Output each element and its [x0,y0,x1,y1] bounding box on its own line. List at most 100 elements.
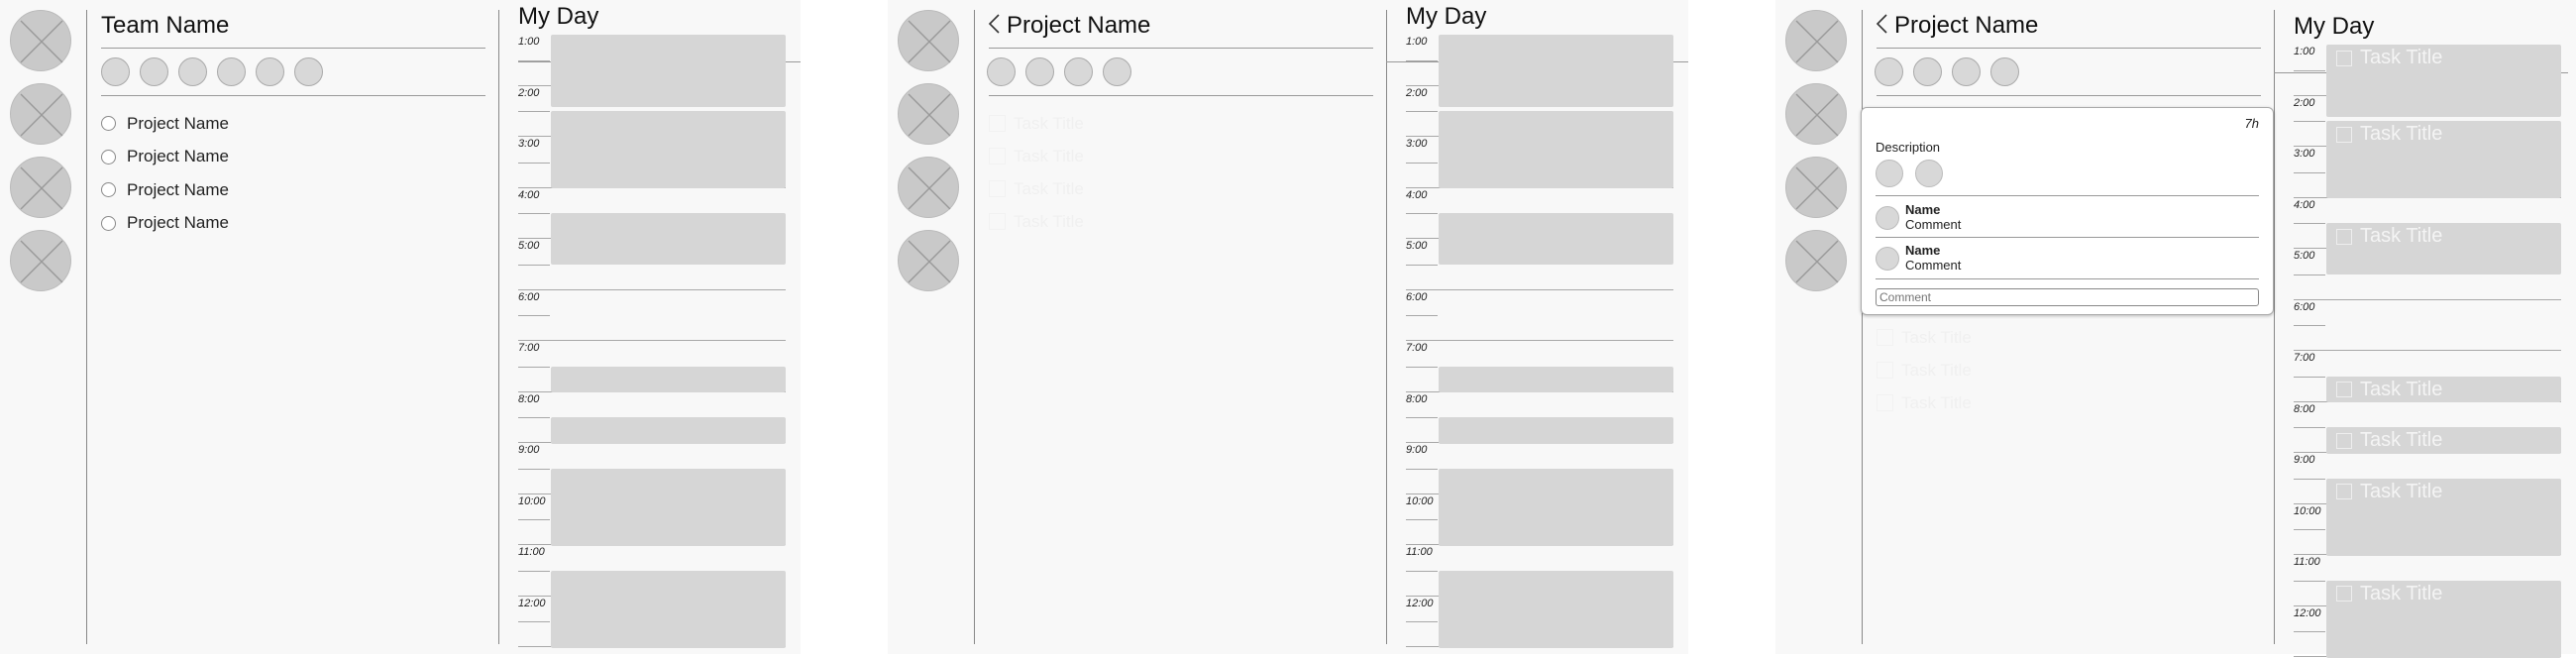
team-avatar[interactable] [898,83,959,145]
task-block[interactable] [551,570,786,648]
checkbox-icon[interactable] [2336,382,2352,398]
divider [101,95,485,96]
task-item[interactable]: Task Title [989,205,1084,238]
team-avatar[interactable] [10,230,71,291]
assignee-avatar[interactable] [1915,160,1943,187]
project-item[interactable]: Project Name [101,173,229,207]
checkbox-icon[interactable] [2336,50,2352,66]
team-avatar[interactable] [1785,157,1847,218]
checkbox-icon[interactable] [1877,329,1893,346]
task-item[interactable]: Task Title [1877,321,1972,354]
hour-label: 8:00 [518,392,540,405]
checkbox-icon[interactable] [2336,228,2352,245]
task-item[interactable]: Task Title [989,107,1084,140]
radio-icon[interactable] [101,182,116,198]
checkbox-icon[interactable] [989,148,1006,164]
task-item[interactable]: Task Title [989,140,1084,172]
hour-label: 11:00 [1406,546,1433,558]
hour-label: 9:00 [2294,454,2315,466]
assignee-avatar[interactable] [1876,160,1903,187]
radio-icon[interactable] [101,116,116,132]
comment-input[interactable] [1876,288,2259,306]
member-avatar[interactable] [1952,57,1981,86]
task-item[interactable]: Task Title [1877,386,1972,419]
task-description: Description [1876,140,1941,155]
team-avatar[interactable] [898,230,959,291]
member-avatar[interactable] [1913,57,1942,86]
task-block[interactable] [551,366,786,393]
checkbox-icon[interactable] [2336,432,2352,449]
member-avatar[interactable] [1064,57,1093,86]
member-avatar[interactable] [1875,57,1903,86]
project-title: Project Name [985,12,1150,40]
task-block[interactable] [1439,111,1673,189]
checkbox-icon[interactable] [989,180,1006,197]
member-avatar[interactable] [140,57,168,86]
task-block[interactable]: Task Title [2326,427,2561,454]
task-block[interactable] [1439,213,1673,266]
member-avatar[interactable] [217,57,246,86]
project-item[interactable]: Project Name [101,207,229,241]
team-avatar[interactable] [10,10,71,71]
team-sidebar [898,10,961,303]
task-block[interactable] [551,35,786,107]
hour-gridline [1406,288,1673,290]
member-avatar[interactable] [987,57,1016,86]
my-day-title: My Day [2294,13,2375,40]
member-avatar[interactable] [1990,57,2019,86]
project-item[interactable]: Project Name [101,141,229,174]
task-block[interactable] [1439,35,1673,107]
task-block[interactable]: Task Title [2326,478,2561,556]
team-avatar[interactable] [10,83,71,145]
task-block[interactable]: Task Title [2326,580,2561,658]
team-avatar[interactable] [898,10,959,71]
task-block[interactable] [1439,417,1673,444]
hour-label: 10:00 [1406,494,1434,507]
checkbox-icon[interactable] [2336,586,2352,603]
task-block[interactable]: Task Title [2326,121,2561,199]
task-item[interactable]: Task Title [989,172,1084,205]
hour-label: 5:00 [2294,250,2315,262]
radio-icon[interactable] [101,215,116,231]
chevron-left-icon[interactable] [985,12,1003,36]
team-avatar[interactable] [10,157,71,218]
task-title-label: Task Title [2360,123,2443,146]
assignee-avatars [1876,160,1943,187]
member-avatar[interactable] [101,57,130,86]
member-avatar[interactable] [294,57,323,86]
team-avatar[interactable] [1785,10,1847,71]
task-block[interactable] [551,213,786,266]
task-item[interactable]: Task Title [1877,354,1972,386]
task-block[interactable] [1439,366,1673,393]
task-detail-popup: 7h Description Name Comment Name Comment [1861,107,2274,315]
checkbox-icon[interactable] [989,213,1006,230]
checkbox-icon[interactable] [989,115,1006,132]
chevron-left-icon[interactable] [1873,12,1890,36]
commenter-avatar [1876,205,1899,230]
checkbox-icon[interactable] [1877,362,1893,379]
member-avatar[interactable] [256,57,284,86]
checkbox-icon[interactable] [2336,484,2352,500]
team-avatar[interactable] [1785,83,1847,145]
task-block[interactable] [1439,468,1673,546]
checkbox-icon[interactable] [2336,126,2352,143]
team-avatar[interactable] [1785,230,1847,291]
task-block[interactable] [1439,570,1673,648]
member-avatar[interactable] [1103,57,1131,86]
project-label: Project Name [127,213,229,233]
member-avatar[interactable] [178,57,207,86]
task-block[interactable]: Task Title [2326,376,2561,403]
team-avatar[interactable] [898,157,959,218]
project-item[interactable]: Project Name [101,107,229,141]
task-block[interactable] [551,468,786,546]
radio-icon[interactable] [101,149,116,164]
task-block[interactable] [551,417,786,444]
task-block[interactable] [551,111,786,189]
task-block[interactable]: Task Title [2326,223,2561,275]
checkbox-icon[interactable] [1877,394,1893,411]
member-avatar[interactable] [1025,57,1054,86]
task-block[interactable]: Task Title [2326,45,2561,117]
hour-label: 1:00 [518,36,540,48]
hour-label: 8:00 [2294,402,2315,415]
half-hour-tick [2294,325,2325,327]
